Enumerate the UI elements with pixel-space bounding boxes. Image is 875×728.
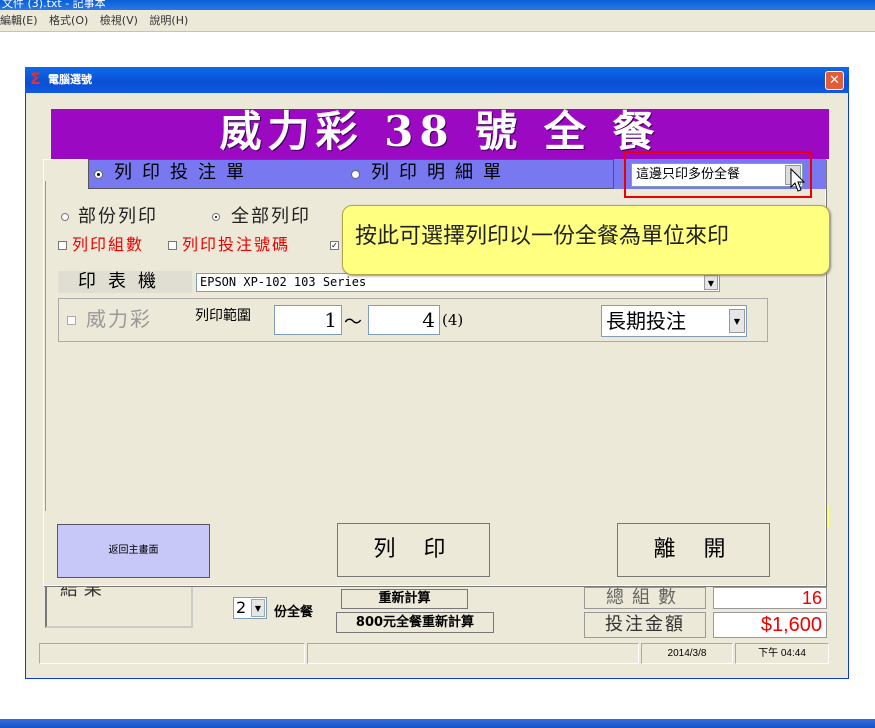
leave-button[interactable]: 離開 (617, 523, 770, 577)
radio-print-detail[interactable] (351, 170, 360, 179)
status-time: 下午 04:44 (735, 643, 829, 664)
tab-print-detail-label[interactable]: 列印明細單 (371, 161, 511, 185)
status-cell-2 (307, 643, 639, 664)
menu-edit[interactable]: 編輯(E) (0, 14, 38, 27)
range-label: 列印範圍 (195, 308, 251, 324)
bet-amount-value: $1,600 (713, 612, 827, 638)
dialog-title-bar[interactable] (25, 67, 849, 93)
radio-partial-label[interactable]: 部份列印 (78, 206, 158, 228)
menu-view[interactable]: 檢視(V) (100, 14, 138, 27)
chk-bet-numbers-label[interactable]: 列印投注號碼 (182, 234, 290, 256)
chk-group-count-label[interactable]: 列印組數 (72, 234, 144, 256)
portion-label: 份全餐 (274, 605, 314, 620)
chk-group-count[interactable] (58, 241, 67, 250)
total-groups-value: 16 (713, 587, 827, 609)
range-tilde: ～ (344, 312, 362, 333)
chk-extra[interactable]: ✓ (330, 241, 339, 250)
range-count: (4) (442, 311, 464, 329)
frame-line (45, 181, 49, 511)
radio-partial[interactable] (61, 213, 69, 221)
status-date: 2014/3/8 (641, 643, 733, 664)
sigma-icon: Σ (30, 69, 41, 88)
status-cell-1 (39, 643, 305, 664)
back-to-main-button[interactable]: 返回主畫面 (57, 524, 210, 578)
notepad-title-bar: 文件 (3).txt - 記事本 (0, 0, 875, 10)
printer-select[interactable]: EPSON XP-102 103 Series (196, 273, 720, 292)
recalc-button[interactable]: 重新計算 (341, 589, 468, 609)
chevron-down-icon[interactable]: ▼ (704, 275, 718, 290)
notepad-title: 文件 (3).txt - 記事本 (2, 0, 106, 10)
dialog-title: 電腦選號 (48, 73, 92, 86)
tab-print-ticket-label[interactable]: 列印投注單 (114, 161, 254, 185)
chevron-down-icon[interactable]: ▼ (729, 309, 745, 333)
menu-format[interactable]: 格式(O) (49, 14, 88, 27)
radio-print-ticket[interactable] (94, 170, 103, 179)
total-groups-label: 總組數 (584, 587, 706, 609)
radio-all[interactable] (212, 213, 220, 221)
term-select[interactable]: 長期投注 (601, 305, 747, 337)
highlight-box (624, 151, 812, 198)
radio-all-label[interactable]: 全部列印 (231, 206, 311, 228)
menu-help[interactable]: 說明(H) (149, 14, 188, 27)
print-button[interactable]: 列印 (337, 523, 490, 577)
taskbar (0, 719, 875, 728)
close-icon[interactable]: ✕ (825, 71, 844, 90)
recalc-800-button[interactable]: 800元全餐重新計算 (336, 612, 494, 633)
range-to-input[interactable]: 4 (368, 305, 440, 335)
printer-label: 印表機 (58, 271, 192, 293)
bet-amount-label: 投注金額 (584, 612, 706, 638)
notepad-menu-bar: 編輯(E) 格式(O) 檢視(V) 說明(H) (0, 10, 875, 32)
chk-bet-numbers[interactable] (168, 241, 177, 250)
tooltip-callout: 按此可選擇列印以一份全餐為單位來印 (342, 205, 830, 275)
range-from-input[interactable]: 1 (274, 305, 342, 335)
chk-game-label[interactable]: 威力彩 (86, 308, 152, 330)
chk-game[interactable] (67, 316, 76, 325)
chevron-down-icon[interactable]: ▼ (251, 599, 265, 617)
mouse-cursor-icon (790, 168, 806, 192)
